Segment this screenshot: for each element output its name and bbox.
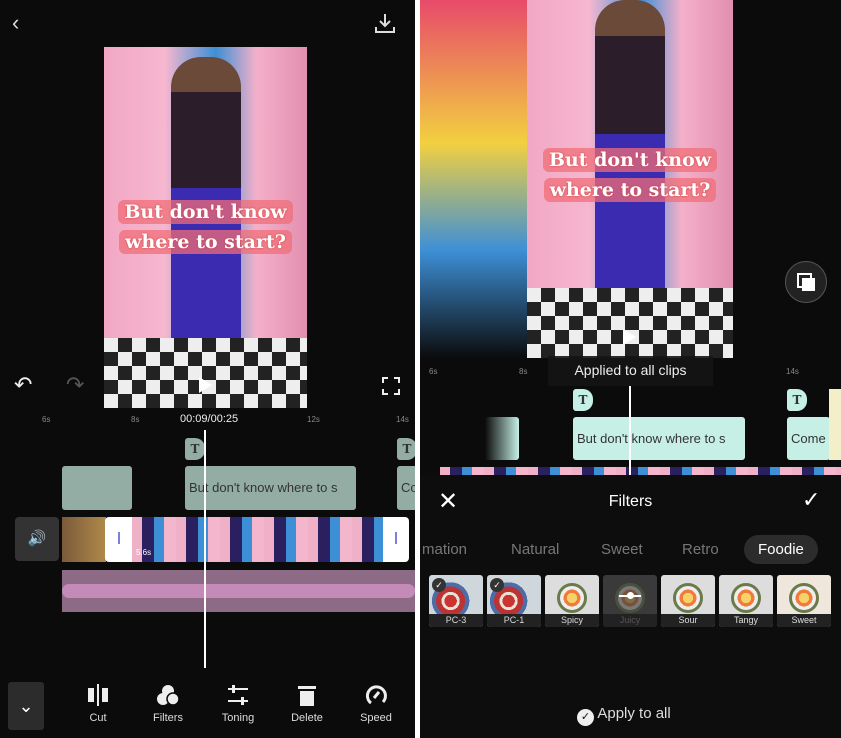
fullscreen-icon[interactable] bbox=[382, 377, 400, 395]
apply-to-all-toggle[interactable]: ✓ Apply to all bbox=[577, 705, 671, 726]
video-caption: But don't know where to start? bbox=[527, 145, 733, 205]
check-icon: ✓ bbox=[432, 578, 446, 592]
text-clip[interactable]: Co bbox=[397, 466, 415, 510]
filter-sour[interactable]: Sour bbox=[661, 575, 715, 627]
tick: 12s bbox=[307, 415, 320, 424]
play-button[interactable] bbox=[199, 377, 212, 393]
clip-handle-right[interactable] bbox=[383, 517, 409, 562]
undo-button[interactable]: ↶ bbox=[14, 372, 32, 398]
cut-button[interactable]: Cut bbox=[68, 684, 128, 724]
sheet-title: Filters bbox=[608, 493, 653, 510]
text-clip[interactable] bbox=[485, 417, 519, 460]
text-clip-tag: T bbox=[185, 438, 205, 460]
tick: 8s bbox=[519, 367, 528, 376]
delete-label: Delete bbox=[291, 712, 323, 724]
timecode: 00:09/00:25 bbox=[180, 413, 239, 425]
tab-natural[interactable]: Natural bbox=[511, 541, 559, 558]
confirm-button[interactable]: ✓ bbox=[802, 487, 820, 513]
tick: 14s bbox=[396, 415, 409, 424]
copy-button[interactable] bbox=[785, 261, 827, 303]
filters-label: Filters bbox=[153, 712, 183, 724]
check-circle-icon: ✓ bbox=[577, 709, 594, 726]
text-clip[interactable]: But don't know where to s bbox=[573, 417, 745, 460]
filter-pc-1[interactable]: ✓ PC-1 bbox=[487, 575, 541, 627]
toning-button[interactable]: Toning bbox=[208, 684, 268, 724]
clip-duration: 5.6s bbox=[136, 548, 152, 557]
filter-spicy[interactable]: Spicy bbox=[545, 575, 599, 627]
tab-animation[interactable]: mation bbox=[422, 541, 467, 558]
toning-icon bbox=[228, 685, 248, 705]
collapse-button[interactable]: ⌄ bbox=[8, 682, 44, 730]
toast: Applied to all clips bbox=[548, 356, 713, 386]
text-clip-tag: T bbox=[573, 389, 593, 411]
toning-label: Toning bbox=[221, 712, 255, 724]
filter-tangy[interactable]: Tangy bbox=[719, 575, 773, 627]
cut-icon bbox=[88, 684, 108, 706]
video-background bbox=[420, 0, 527, 358]
speed-button[interactable]: Speed bbox=[346, 684, 406, 724]
apply-to-all-label: Apply to all bbox=[597, 705, 671, 722]
check-icon: ✓ bbox=[490, 578, 504, 592]
play-button[interactable] bbox=[623, 329, 636, 345]
audio-waveform[interactable] bbox=[62, 570, 415, 612]
filter-pc-3[interactable]: ✓ PC-3 bbox=[429, 575, 483, 627]
text-clip[interactable] bbox=[62, 466, 132, 510]
tab-retro[interactable]: Retro bbox=[682, 541, 719, 558]
delete-button[interactable]: Delete bbox=[277, 684, 337, 724]
mute-button[interactable]: 🔊 bbox=[15, 517, 59, 561]
sticker-clip[interactable] bbox=[829, 389, 841, 460]
filters-button[interactable]: Filters bbox=[138, 684, 198, 724]
floor bbox=[104, 338, 307, 408]
playhead[interactable] bbox=[629, 386, 631, 475]
text-clip-tag: T bbox=[787, 389, 807, 411]
text-clip-tag: T bbox=[397, 438, 415, 460]
filters-panel-screen: But don't know where to start? 6s 8s 14s … bbox=[420, 0, 841, 738]
clip-handle-left[interactable] bbox=[105, 517, 132, 562]
text-clip[interactable]: But don't know where to s bbox=[185, 466, 356, 510]
video-preview[interactable]: But don't know where to start? bbox=[104, 47, 307, 408]
cut-label: Cut bbox=[89, 712, 107, 724]
download-icon[interactable] bbox=[374, 12, 396, 34]
adjust-slider-icon[interactable] bbox=[619, 592, 641, 599]
editor-panel: ‹ But don't know where to start? ↶ ↷ 6s 8… bbox=[0, 0, 415, 738]
tick: 14s bbox=[786, 367, 799, 376]
copy-icon bbox=[797, 273, 815, 291]
video-clip-strip[interactable] bbox=[440, 467, 841, 475]
previous-clip[interactable] bbox=[62, 517, 106, 562]
tab-foodie[interactable]: Foodie bbox=[744, 535, 818, 564]
video-clip-strip[interactable] bbox=[132, 517, 383, 562]
back-button[interactable]: ‹ bbox=[12, 10, 19, 36]
video-caption: But don't know where to start? bbox=[104, 197, 307, 257]
redo-button[interactable]: ↷ bbox=[66, 372, 84, 398]
tab-sweet[interactable]: Sweet bbox=[601, 541, 643, 558]
filter-juicy[interactable]: Juicy bbox=[603, 575, 657, 627]
text-clip[interactable]: Come bbox=[787, 417, 830, 460]
filters-icon bbox=[157, 685, 180, 706]
filter-sweet[interactable]: Sweet bbox=[777, 575, 831, 627]
playhead[interactable] bbox=[204, 430, 206, 668]
speed-icon bbox=[366, 685, 387, 705]
speed-label: Speed bbox=[360, 712, 392, 724]
tick: 8s bbox=[131, 415, 140, 424]
tick: 6s bbox=[429, 367, 438, 376]
delete-icon bbox=[298, 686, 316, 706]
video-preview[interactable]: But don't know where to start? bbox=[527, 0, 733, 358]
tick: 6s bbox=[42, 415, 51, 424]
floor bbox=[527, 288, 733, 358]
